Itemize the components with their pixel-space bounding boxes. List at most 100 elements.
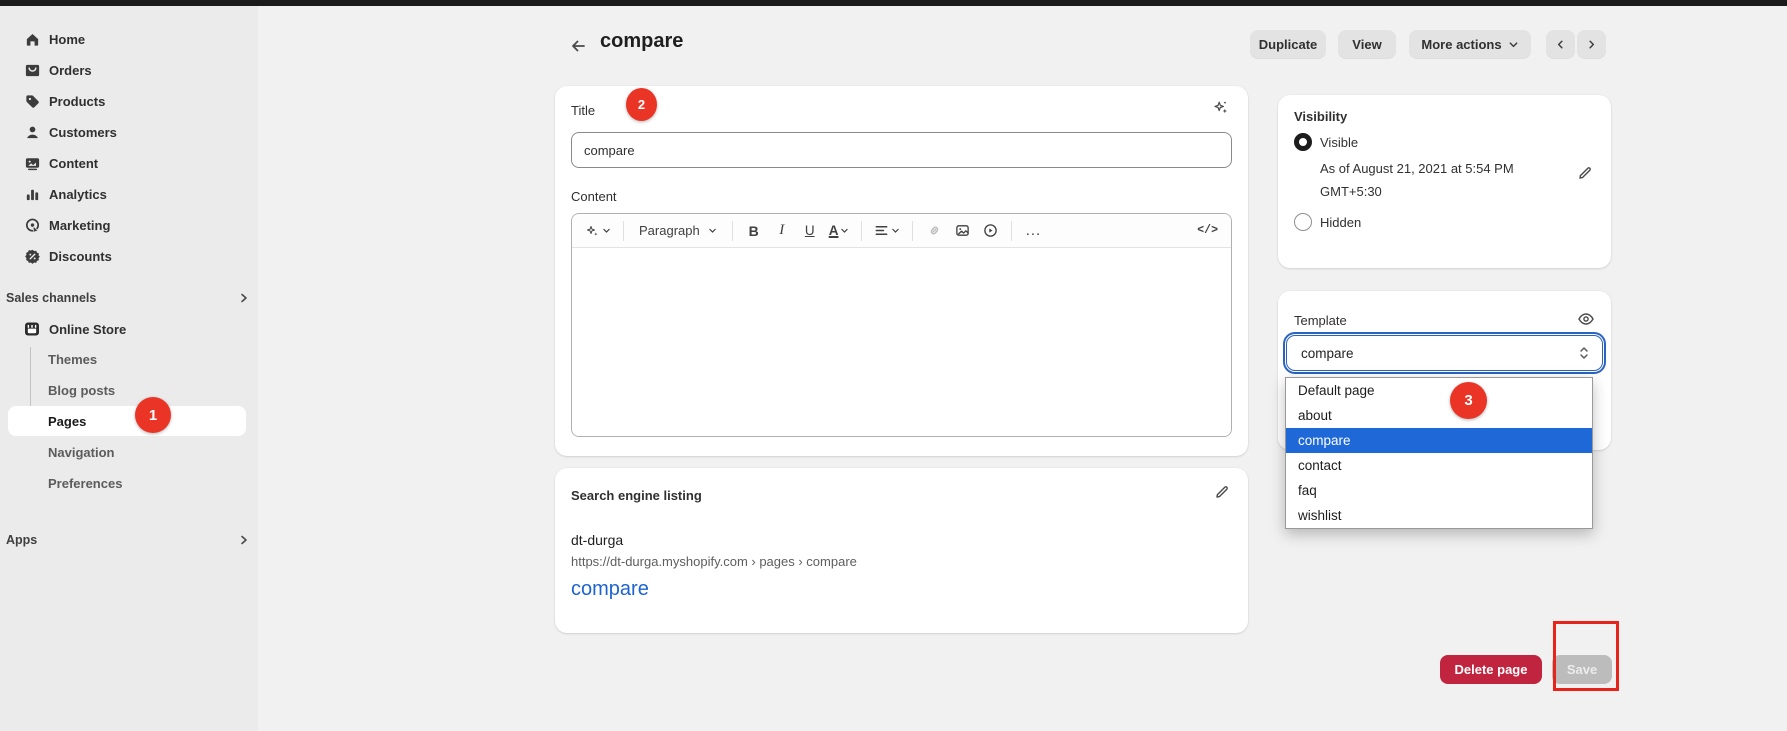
magic-ai-icon[interactable] bbox=[1212, 98, 1230, 116]
sidebar-item-discounts[interactable]: Discounts bbox=[8, 241, 250, 272]
sidebar-item-label: Products bbox=[49, 94, 105, 109]
sidebar-item-label: Discounts bbox=[49, 249, 112, 264]
products-icon bbox=[23, 93, 41, 111]
radio-unselected-icon[interactable] bbox=[1294, 213, 1312, 231]
annotation-highlight-box bbox=[1553, 621, 1619, 691]
template-select[interactable]: compare bbox=[1286, 335, 1603, 371]
back-button[interactable] bbox=[566, 34, 590, 58]
edit-seo-button[interactable] bbox=[1214, 484, 1230, 500]
insert-image-button[interactable] bbox=[950, 218, 974, 244]
text-color-label: A bbox=[829, 223, 839, 238]
sidebar: Home Orders Products Customers Content A… bbox=[0, 6, 258, 731]
sidebar-item-label: Preferences bbox=[48, 476, 122, 491]
more-formatting-button[interactable]: ... bbox=[1021, 218, 1045, 244]
visible-option-label: Visible bbox=[1320, 135, 1358, 150]
magic-sparkle-icon bbox=[585, 223, 600, 238]
next-page-button[interactable] bbox=[1577, 30, 1606, 58]
sidebar-item-analytics[interactable]: Analytics bbox=[8, 179, 250, 210]
toolbar-divider bbox=[1011, 221, 1012, 241]
seo-page-link[interactable]: compare bbox=[571, 578, 649, 601]
bold-button[interactable]: B bbox=[742, 218, 766, 244]
sidebar-section-sales-channels[interactable]: Sales channels bbox=[6, 286, 250, 310]
duplicate-button[interactable]: Duplicate bbox=[1250, 30, 1326, 58]
editor-toolbar: Paragraph B I U A bbox=[572, 214, 1231, 248]
visibility-heading: Visibility bbox=[1294, 109, 1347, 124]
sidebar-item-themes[interactable]: Themes bbox=[8, 344, 246, 375]
sidebar-item-home[interactable]: Home bbox=[8, 24, 250, 55]
select-updown-icon bbox=[1578, 345, 1590, 361]
home-icon bbox=[23, 31, 41, 49]
delete-page-button[interactable]: Delete page bbox=[1440, 655, 1542, 684]
sidebar-item-navigation[interactable]: Navigation bbox=[8, 437, 246, 468]
sidebar-item-label: Content bbox=[49, 156, 98, 171]
template-option-compare[interactable]: compare bbox=[1286, 428, 1592, 453]
sidebar-item-label: Customers bbox=[49, 125, 117, 140]
italic-button[interactable]: I bbox=[770, 218, 794, 244]
template-option-wishlist[interactable]: wishlist bbox=[1286, 503, 1592, 528]
toolbar-divider bbox=[623, 221, 624, 241]
insert-link-button[interactable] bbox=[922, 218, 946, 244]
sidebar-item-marketing[interactable]: Marketing bbox=[8, 210, 250, 241]
view-button[interactable]: View bbox=[1338, 30, 1396, 58]
align-left-icon bbox=[874, 223, 889, 238]
seo-site-name: dt-durga bbox=[571, 532, 623, 548]
video-play-icon bbox=[983, 223, 998, 238]
search-engine-listing-card: Search engine listing dt-durga https://d… bbox=[555, 468, 1248, 633]
visibility-card: Visibility Visible As of August 21, 2021… bbox=[1278, 95, 1611, 268]
sidebar-item-products[interactable]: Products bbox=[8, 86, 250, 117]
sidebar-item-label: Pages bbox=[48, 414, 86, 429]
annotation-badge-3: 3 bbox=[1450, 382, 1487, 419]
online-store-icon bbox=[23, 320, 41, 338]
show-html-button[interactable]: </> bbox=[1194, 218, 1221, 244]
ai-magic-button[interactable] bbox=[582, 218, 614, 244]
visibility-option-hidden[interactable]: Hidden bbox=[1294, 213, 1361, 231]
edit-visibility-date-button[interactable] bbox=[1577, 165, 1593, 181]
content-icon bbox=[23, 155, 41, 173]
eye-icon bbox=[1577, 310, 1595, 328]
sidebar-item-label: Home bbox=[49, 32, 85, 47]
previous-page-button[interactable] bbox=[1546, 30, 1575, 58]
template-option-about[interactable]: about bbox=[1286, 403, 1592, 428]
chevron-down-icon bbox=[1508, 39, 1519, 50]
radio-selected-icon[interactable] bbox=[1294, 133, 1312, 151]
sidebar-item-preferences[interactable]: Preferences bbox=[8, 468, 246, 499]
sidebar-item-customers[interactable]: Customers bbox=[8, 117, 250, 148]
sidebar-section-apps[interactable]: Apps bbox=[6, 528, 250, 552]
chevron-right-icon bbox=[238, 292, 250, 304]
schedule-line-1: As of August 21, 2021 at 5:54 PM bbox=[1320, 158, 1514, 181]
sidebar-item-label: Orders bbox=[49, 63, 92, 78]
visibility-option-visible[interactable]: Visible bbox=[1294, 133, 1358, 151]
content-editor-body[interactable] bbox=[572, 248, 1231, 437]
template-label: Template bbox=[1294, 313, 1347, 328]
paragraph-style-dropdown[interactable]: Paragraph bbox=[633, 218, 723, 244]
title-input[interactable] bbox=[571, 132, 1232, 168]
sidebar-item-label: Analytics bbox=[49, 187, 107, 202]
sidebar-item-pages[interactable]: Pages bbox=[8, 406, 246, 436]
pencil-icon bbox=[1577, 165, 1593, 181]
sidebar-item-content[interactable]: Content bbox=[8, 148, 250, 179]
preview-template-button[interactable] bbox=[1577, 310, 1595, 328]
more-actions-button[interactable]: More actions bbox=[1409, 30, 1531, 58]
alignment-button[interactable] bbox=[871, 218, 903, 244]
chevron-right-icon bbox=[1586, 39, 1597, 50]
image-icon bbox=[955, 223, 970, 238]
visibility-schedule-text: As of August 21, 2021 at 5:54 PM GMT+5:3… bbox=[1320, 158, 1514, 204]
page-title: compare bbox=[600, 30, 683, 53]
paragraph-style-label: Paragraph bbox=[639, 223, 700, 238]
insert-video-button[interactable] bbox=[978, 218, 1002, 244]
marketing-icon bbox=[23, 217, 41, 235]
customers-icon bbox=[23, 124, 41, 142]
sidebar-item-blog-posts[interactable]: Blog posts bbox=[8, 375, 246, 406]
text-color-button[interactable]: A bbox=[826, 218, 853, 244]
toolbar-divider bbox=[732, 221, 733, 241]
chevron-left-icon bbox=[1555, 39, 1566, 50]
top-window-bar bbox=[0, 0, 1787, 6]
template-option-contact[interactable]: contact bbox=[1286, 453, 1592, 478]
sidebar-item-online-store[interactable]: Online Store bbox=[8, 314, 250, 344]
template-option-faq[interactable]: faq bbox=[1286, 478, 1592, 503]
underline-button[interactable]: U bbox=[798, 218, 822, 244]
back-arrow-icon bbox=[568, 36, 588, 56]
sidebar-item-orders[interactable]: Orders bbox=[8, 55, 250, 86]
template-option-default-page[interactable]: Default page bbox=[1286, 378, 1592, 403]
pencil-icon bbox=[1214, 484, 1230, 500]
